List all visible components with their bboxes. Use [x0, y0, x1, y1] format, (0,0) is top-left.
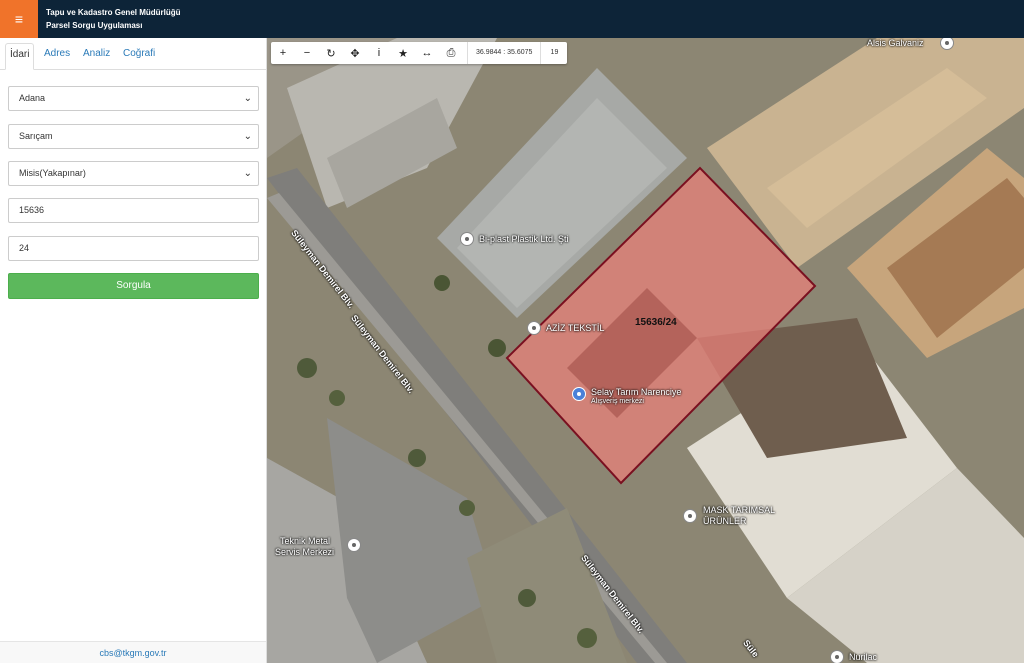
place-label: ÜRÜNLER: [703, 516, 747, 526]
tab-idari[interactable]: İdari: [5, 43, 35, 70]
tab-cografi[interactable]: Coğrafi: [119, 43, 159, 70]
map-pin-icon[interactable]: [830, 650, 844, 663]
place-label: AZİZ TEKSTİL: [546, 323, 605, 333]
parsel-input[interactable]: 24: [8, 236, 259, 261]
place-label: Alsis Galvaniz: [867, 38, 924, 48]
ilce-select-value: Sarıçam: [19, 131, 53, 141]
map-pin-icon[interactable]: [683, 509, 697, 523]
chevron-down-icon: ⌄: [243, 131, 252, 142]
tab-adres[interactable]: Adres: [40, 43, 74, 70]
map-pin-icon[interactable]: [527, 321, 541, 335]
place-label: Servis Merkezi: [275, 547, 335, 557]
il-select[interactable]: Adana ⌄: [8, 86, 259, 111]
tab-analiz[interactable]: Analiz: [79, 43, 114, 70]
parcel-label: 15636/24: [635, 317, 677, 328]
print-icon[interactable]: ⎙: [439, 42, 463, 64]
place-sublabel: Alışveriş merkezi: [591, 398, 644, 405]
app-title: Tapu ve Kadastro Genel Müdürlüğü Parsel …: [46, 6, 181, 32]
place-label: Nurilac: [849, 652, 878, 662]
sidebar-tabs: İdari Adres Analiz Coğrafi: [0, 38, 266, 70]
coordinate-readout: 36.9844 : 35.6075: [467, 42, 542, 64]
top-bar: ≡ Tapu ve Kadastro Genel Müdürlüğü Parse…: [0, 0, 1024, 38]
chevron-down-icon: ⌄: [243, 93, 252, 104]
sidebar: İdari Adres Analiz Coğrafi Adana ⌄ Sarıç…: [0, 38, 267, 663]
pan-icon[interactable]: ✥: [343, 42, 367, 64]
parsel-input-value: 24: [19, 243, 30, 253]
query-button[interactable]: Sorgula: [8, 273, 259, 299]
footer-email[interactable]: cbs@tkgm.gov.tr: [0, 641, 266, 663]
map-toolbar: + − ↻ ✥ i ★ ↔ ⎙ 36.9844 : 35.6075 19: [271, 42, 568, 64]
zoom-in-icon[interactable]: +: [271, 42, 295, 64]
map-view[interactable]: + − ↻ ✥ i ★ ↔ ⎙ 36.9844 : 35.6075 19 Sül…: [267, 38, 1024, 663]
app-title-line1: Tapu ve Kadastro Genel Müdürlüğü: [46, 8, 181, 17]
refresh-icon[interactable]: ↻: [319, 42, 343, 64]
place-label: MASK TARIMSAL: [703, 505, 776, 515]
zoom-out-icon[interactable]: −: [295, 42, 319, 64]
place-label: Bi-plast Plastik Ltd. Şti: [479, 234, 569, 244]
app-title-line2: Parsel Sorgu Uygulaması: [46, 21, 143, 30]
map-pin-icon[interactable]: [460, 232, 474, 246]
menu-icon[interactable]: ≡: [0, 0, 38, 38]
chevron-down-icon: ⌄: [243, 168, 252, 179]
measure-icon[interactable]: ↔: [415, 42, 439, 64]
star-icon[interactable]: ★: [391, 42, 415, 64]
map-pin-icon[interactable]: [347, 538, 361, 552]
ada-input[interactable]: 15636: [8, 198, 259, 223]
place-label: Selay Tarım Narenciye: [591, 387, 682, 397]
mahalle-select-value: Misis(Yakapınar): [19, 168, 86, 178]
il-select-value: Adana: [19, 93, 46, 103]
zoom-level: 19: [550, 49, 559, 56]
info-icon[interactable]: i: [367, 42, 391, 64]
place-label: Teknik Metal: [280, 536, 331, 546]
ilce-select[interactable]: Sarıçam ⌄: [8, 124, 259, 149]
mahalle-select[interactable]: Misis(Yakapınar) ⌄: [8, 161, 259, 186]
shop-pin-icon[interactable]: [572, 387, 586, 401]
ada-input-value: 15636: [19, 205, 45, 215]
